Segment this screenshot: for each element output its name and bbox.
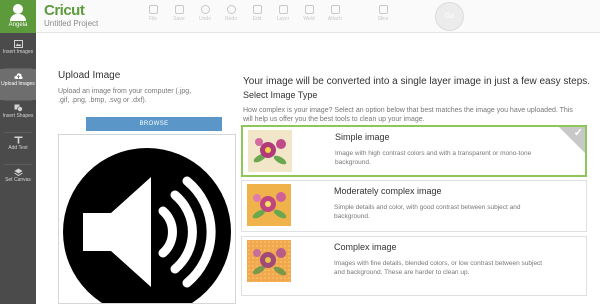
option-description: Images with fine details, blended colors… — [334, 260, 543, 276]
sidebar-item-label: Set Canvas — [5, 177, 31, 183]
toolbar-file-button[interactable]: File — [140, 5, 166, 22]
toolbar-label: Save — [173, 16, 185, 22]
option-title: Moderately complex image — [334, 186, 442, 196]
sidebar-item-set-canvas[interactable]: Set Canvas — [0, 165, 36, 196]
edit-icon — [252, 5, 262, 14]
toolbar-attach-button[interactable]: Attach — [322, 5, 348, 22]
sidebar-item-label: Insert Shapes — [2, 113, 34, 119]
slice-icon — [378, 5, 388, 14]
save-icon — [174, 5, 184, 14]
toolbar-label: Layer — [276, 16, 290, 22]
toolbar-label: Weld — [303, 16, 315, 22]
go-button[interactable]: Go — [435, 2, 464, 31]
sidebar-item-label: Upload Images — [1, 81, 35, 87]
set-canvas-icon — [13, 168, 23, 176]
sidebar-item-upload-images[interactable]: Upload Images — [0, 69, 36, 100]
toolbar-save-button[interactable]: Save — [166, 5, 192, 22]
toolbar-edit-button[interactable]: Edit — [244, 5, 270, 22]
sidebar-item-label: Insert Images — [2, 49, 34, 55]
add-text-icon — [14, 136, 22, 144]
attach-icon — [330, 5, 340, 14]
upload-title: Upload Image — [58, 70, 121, 81]
file-icon — [148, 5, 158, 14]
toolbar-label: Edit — [252, 16, 262, 22]
toolbar-weld-button[interactable]: Weld — [296, 5, 322, 22]
sidebar-item-add-text[interactable]: Add Text — [0, 133, 36, 164]
weld-icon — [304, 5, 314, 14]
browse-button[interactable]: BROWSE — [86, 117, 222, 131]
avatar-body — [10, 14, 26, 21]
toolbar-label: Undo — [199, 16, 211, 22]
flower-thumbnail-moderate — [247, 184, 291, 226]
flower-thumbnail-complex — [247, 240, 291, 282]
option-description: Image with high contrast colors and with… — [335, 150, 532, 166]
check-icon: ✓ — [573, 127, 583, 139]
complexity-question: How complex is your image? Select an opt… — [243, 107, 573, 123]
app-window: Angela Cricut Untitled Project File Save… — [0, 0, 600, 304]
undo-icon — [200, 5, 210, 14]
insert-images-icon — [13, 40, 23, 48]
toolbar-redo-button[interactable]: Redo — [218, 5, 244, 22]
option-moderately-complex-image[interactable]: Moderately complex image Simple details … — [241, 180, 587, 232]
toolbar-label: Redo — [225, 16, 237, 22]
user-name: Angela — [8, 22, 28, 28]
upload-images-icon — [13, 73, 23, 79]
upload-description: Upload an image from your computer (.jpg… — [58, 88, 192, 104]
conversion-intro: Your image will be converted into a sing… — [243, 76, 591, 87]
cricut-logo: Cricut — [44, 2, 85, 19]
top-bar: Angela Cricut Untitled Project File Save… — [0, 0, 600, 33]
upload-panel: Upload Image Upload an image from your c… — [58, 70, 200, 105]
insert-shapes-icon — [14, 104, 23, 112]
option-title: Simple image — [335, 132, 390, 142]
select-image-type-heading: Select Image Type — [243, 90, 318, 100]
toolbar-undo-button[interactable]: Undo — [192, 5, 218, 22]
option-simple-image[interactable]: Simple image Image with high contrast co… — [241, 125, 587, 177]
toolbar-layer-button[interactable]: Layer — [270, 5, 296, 22]
sidebar-item-insert-shapes[interactable]: Insert Shapes — [0, 101, 36, 132]
user-menu[interactable]: Angela — [0, 0, 36, 33]
speaker-volume-icon — [63, 148, 231, 304]
option-description: Simple details and color, with good cont… — [334, 204, 521, 220]
sidebar-item-insert-images[interactable]: Insert Images — [0, 37, 36, 68]
sidebar: Insert Images Upload Images Insert Shape… — [0, 33, 36, 304]
flower-thumbnail-simple — [248, 130, 292, 172]
toolbar-slice-button[interactable]: Slice — [370, 5, 396, 22]
uploaded-image-preview — [58, 134, 236, 304]
toolbar-label: Slice — [377, 16, 389, 22]
redo-icon — [226, 5, 236, 14]
option-complex-image[interactable]: Complex image Images with fine details, … — [241, 236, 587, 296]
sidebar-item-label: Add Text — [8, 145, 28, 151]
toolbar-label: File — [148, 16, 158, 22]
avatar — [13, 4, 23, 14]
toolbar-label: Attach — [327, 16, 343, 22]
logo-text: Cricut — [44, 2, 85, 19]
option-title: Complex image — [334, 242, 397, 252]
layer-icon — [278, 5, 288, 14]
project-title[interactable]: Untitled Project — [44, 19, 98, 28]
